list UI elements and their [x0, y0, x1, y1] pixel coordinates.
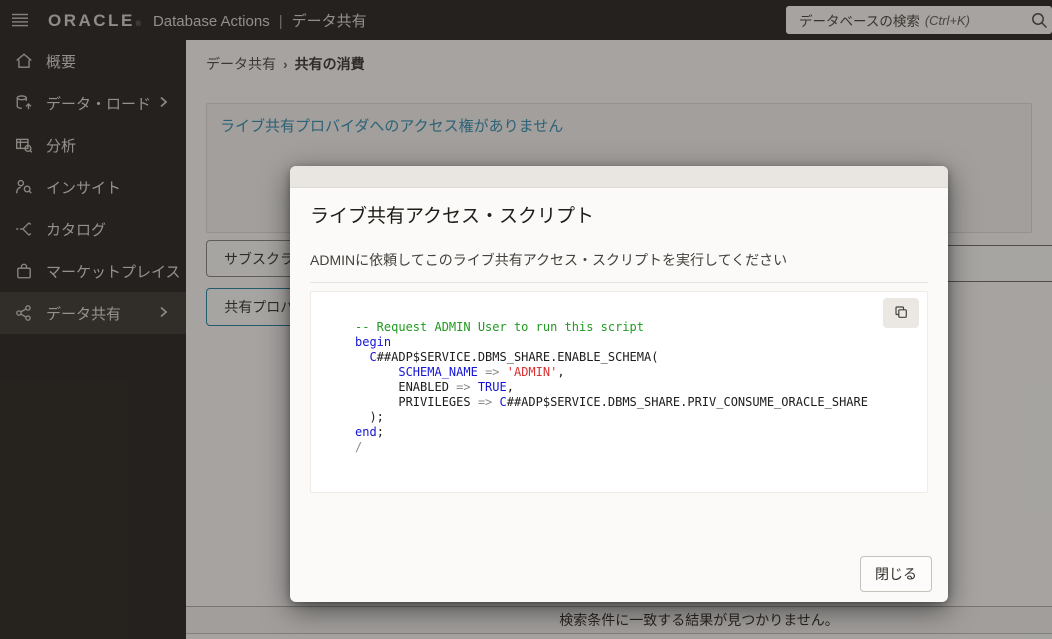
live-share-script-dialog: ライブ共有アクセス・スクリプト ADMINに依頼してこのライブ共有アクセス・スク… [290, 166, 948, 602]
code-block[interactable]: -- Request ADMIN User to run this script… [311, 292, 927, 465]
dialog-title: ライブ共有アクセス・スクリプト [310, 204, 928, 230]
dialog-header-strip[interactable] [290, 166, 948, 188]
script-code-panel: -- Request ADMIN User to run this script… [310, 291, 928, 493]
dialog-body: ライブ共有アクセス・スクリプト ADMINに依頼してこのライブ共有アクセス・スク… [290, 204, 948, 493]
copy-button[interactable] [883, 298, 919, 328]
app-window: ORACLE ® Database Actions | データ共有 データベース… [0, 0, 1052, 639]
close-button[interactable]: 閉じる [860, 556, 932, 592]
copy-icon [893, 304, 909, 323]
dialog-divider [310, 282, 928, 283]
dialog-footer: 閉じる [860, 556, 932, 592]
dialog-instruction: ADMINに依頼してこのライブ共有アクセス・スクリプトを実行してください [310, 250, 928, 270]
